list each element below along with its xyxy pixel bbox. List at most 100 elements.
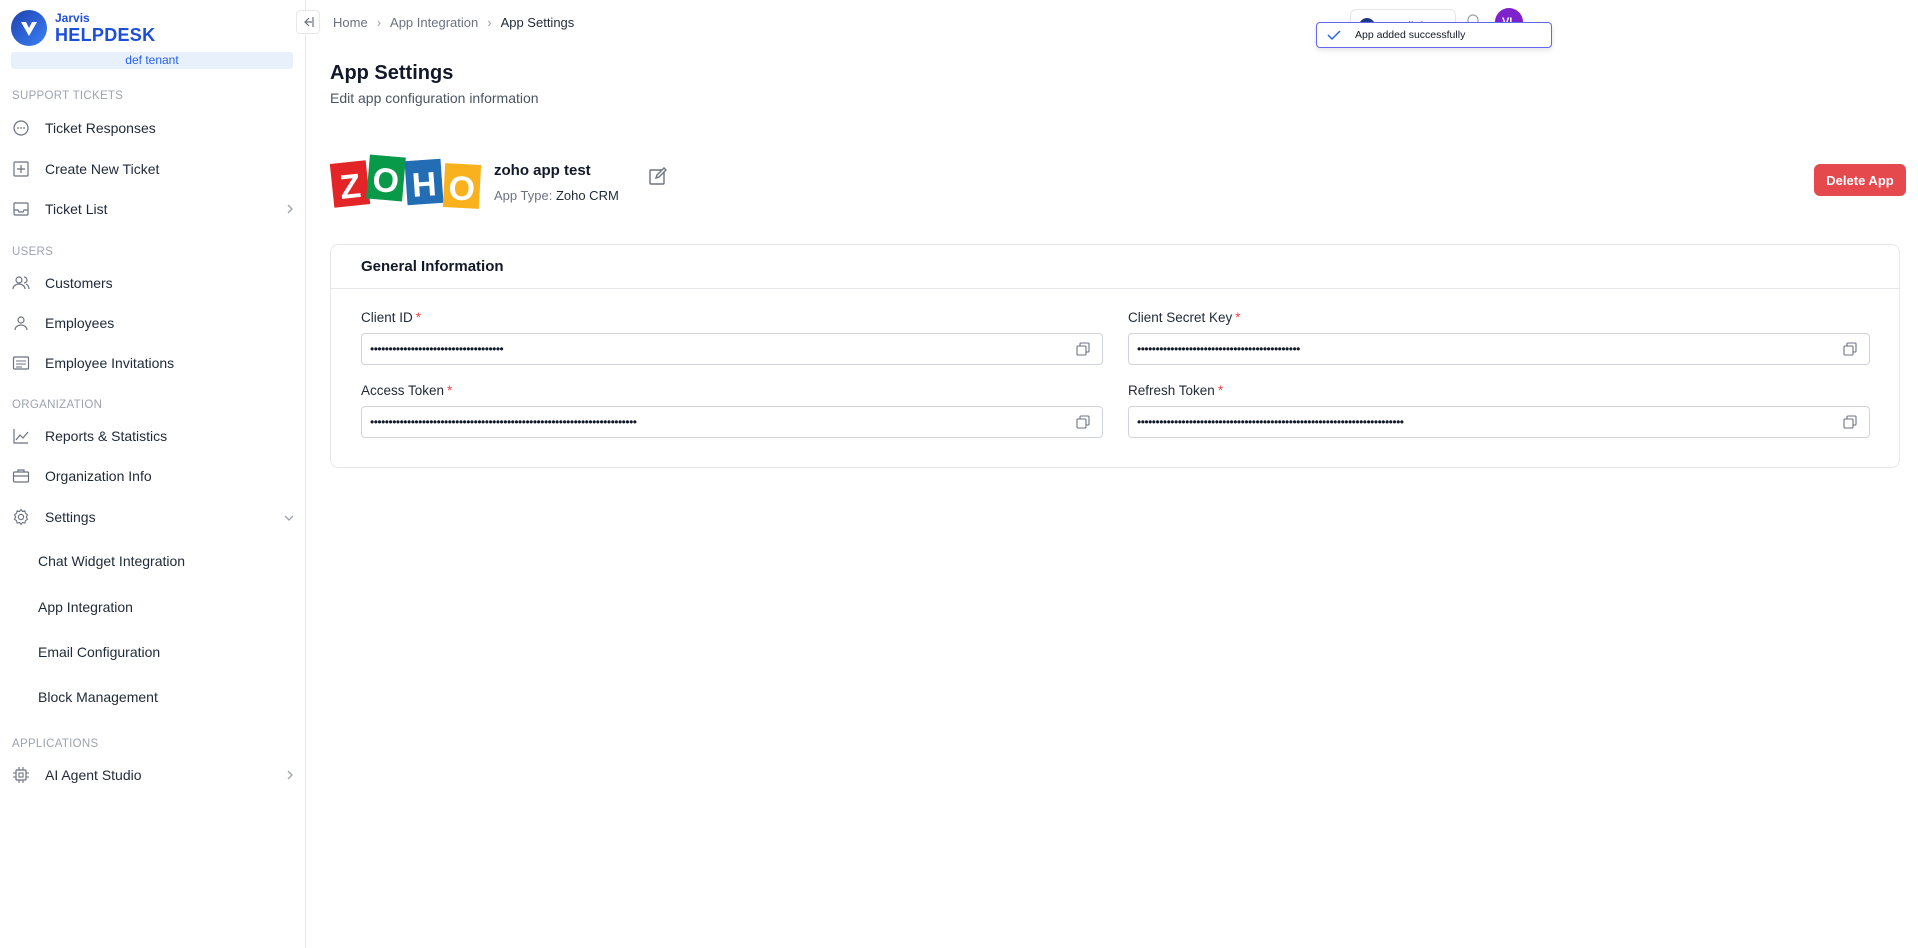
copy-icon[interactable]	[1076, 415, 1092, 431]
field-label: Refresh Token *	[1128, 383, 1224, 398]
required-marker: *	[447, 383, 453, 398]
collapse-sidebar-button[interactable]	[296, 10, 320, 34]
sidebar-subitem-chat-widget-integration[interactable]: Chat Widget Integration	[38, 553, 185, 569]
collapse-arrow-icon	[304, 17, 314, 27]
sidebar-item-organization-info[interactable]: Organization Info	[0, 460, 305, 492]
main-content: Home › App Integration › App Settings Ap…	[306, 0, 1918, 948]
copy-icon[interactable]	[1843, 415, 1859, 431]
tenant-badge[interactable]: def tenant	[11, 52, 293, 69]
breadcrumb-separator-icon: ›	[487, 15, 492, 30]
client-id-input[interactable]: ••••••••••••••••••••••••••••••••••••	[361, 333, 1103, 365]
breadcrumb-app-integration[interactable]: App Integration	[390, 15, 478, 30]
plus-square-icon	[11, 159, 31, 179]
client-secret-key-field: Client Secret Key * •••••••••••••••••••••…	[1128, 310, 1870, 365]
sidebar-item-create-new-ticket[interactable]: Create New Ticket	[0, 153, 305, 185]
sidebar-item-reports-statistics[interactable]: Reports & Statistics	[0, 420, 305, 452]
required-marker: *	[1235, 310, 1241, 325]
masked-value: ••••••••••••••••••••••••••••••••••••••••…	[1137, 415, 1404, 429]
briefcase-icon	[11, 466, 31, 486]
access-token-input[interactable]: ••••••••••••••••••••••••••••••••••••••••…	[361, 406, 1103, 438]
sidebar-item-label: Settings	[45, 509, 96, 525]
app-type-key: App Type:	[494, 188, 553, 203]
success-toast: App added successfully	[1316, 22, 1552, 48]
brand-logo[interactable]: Jarvis HELPDESK	[11, 10, 155, 46]
sidebar-item-ticket-list[interactable]: Ticket List	[0, 193, 305, 225]
breadcrumb-home[interactable]: Home	[333, 15, 368, 30]
sidebar-item-employee-invitations[interactable]: Employee Invitations	[0, 347, 305, 379]
sidebar-item-ai-agent-studio[interactable]: AI Agent Studio	[0, 759, 305, 791]
zoho-logo: Z O H O	[330, 154, 482, 209]
general-information-card: General Information Client ID * •••••••••…	[330, 244, 1900, 468]
refresh-token-input[interactable]: ••••••••••••••••••••••••••••••••••••••••…	[1128, 406, 1870, 438]
sidebar-subitem-app-integration[interactable]: App Integration	[38, 599, 133, 615]
sidebar-subitem-email-configuration[interactable]: Email Configuration	[38, 644, 160, 660]
section-users: USERS	[12, 246, 54, 258]
required-marker: *	[1217, 383, 1224, 398]
delete-app-button[interactable]: Delete App	[1814, 164, 1906, 196]
field-label: Client ID *	[361, 310, 422, 325]
edit-icon	[649, 167, 667, 185]
section-support-tickets: SUPPORT TICKETS	[12, 90, 124, 102]
section-organization: ORGANIZATION	[12, 399, 103, 411]
sidebar-item-label: Organization Info	[45, 468, 152, 484]
inbox-icon	[11, 199, 31, 219]
sidebar-item-label: Customers	[45, 275, 113, 291]
access-token-field: Access Token * ••••••••••••••••••••••••••…	[361, 383, 1103, 438]
chart-line-icon	[11, 426, 31, 446]
app-root: Jarvis HELPDESK def tenant SUPPORT TICKE…	[0, 0, 1918, 948]
app-type-value: Zoho CRM	[555, 188, 619, 203]
sidebar-item-label: Employees	[45, 315, 115, 331]
sidebar-item-label: Ticket List	[45, 201, 108, 217]
zoho-logo-letter: Z	[338, 167, 363, 207]
breadcrumb: Home › App Integration › App Settings	[333, 15, 574, 30]
field-label: Client Secret Key *	[1128, 310, 1241, 325]
sidebar-item-settings[interactable]: Settings	[0, 501, 305, 533]
app-type: App Type: Zoho CRM	[494, 188, 619, 203]
masked-value: ••••••••••••••••••••••••••••••••••••••••…	[370, 415, 637, 429]
app-name: zoho app test	[494, 162, 591, 179]
page-title: App Settings	[330, 62, 454, 84]
user-icon	[11, 313, 31, 333]
edit-app-name-button[interactable]	[647, 165, 669, 187]
page-subtitle: Edit app configuration information	[330, 90, 539, 106]
breadcrumb-current: App Settings	[500, 15, 575, 30]
sidebar-item-label: Employee Invitations	[45, 355, 175, 371]
client-secret-key-input[interactable]: ••••••••••••••••••••••••••••••••••••••••…	[1128, 333, 1870, 365]
sidebar-item-employees[interactable]: Employees	[0, 307, 305, 339]
breadcrumb-separator-icon: ›	[376, 15, 382, 30]
sidebar: Jarvis HELPDESK def tenant SUPPORT TICKE…	[0, 0, 306, 948]
sidebar-item-customers[interactable]: Customers	[0, 267, 305, 299]
zoho-logo-letter: O	[448, 169, 476, 208]
chevron-down-icon	[283, 510, 295, 528]
check-icon	[1327, 30, 1341, 41]
card-title: General Information	[331, 245, 1899, 289]
field-label: Access Token *	[361, 383, 453, 398]
sidebar-item-ticket-responses[interactable]: Ticket Responses	[0, 112, 305, 144]
masked-value: ••••••••••••••••••••••••••••••••••••	[370, 342, 504, 356]
chat-icon	[11, 118, 31, 138]
sidebar-item-label: AI Agent Studio	[45, 767, 142, 783]
sidebar-item-label: Reports & Statistics	[45, 428, 168, 444]
sidebar-item-label: Create New Ticket	[45, 161, 160, 177]
chip-icon	[11, 765, 31, 785]
required-marker: *	[415, 310, 422, 325]
jarvis-logo-icon	[11, 10, 47, 46]
chevron-right-icon	[285, 202, 295, 220]
masked-value: ••••••••••••••••••••••••••••••••••••••••…	[1137, 342, 1300, 356]
users-icon	[11, 273, 31, 293]
sidebar-subitem-block-management[interactable]: Block Management	[38, 689, 158, 705]
sidebar-item-label: Ticket Responses	[45, 120, 156, 136]
zoho-logo-letter: O	[371, 161, 401, 201]
copy-icon[interactable]	[1843, 342, 1859, 358]
section-applications: APPLICATIONS	[12, 738, 99, 750]
copy-icon[interactable]	[1076, 342, 1092, 358]
list-icon	[11, 353, 31, 373]
brand-small: Jarvis	[55, 11, 90, 25]
gear-icon	[11, 507, 31, 527]
zoho-logo-letter: H	[411, 165, 438, 205]
chevron-right-icon	[285, 768, 295, 786]
client-id-field: Client ID * •••••••••••••••••••••••••••••…	[361, 310, 1103, 365]
refresh-token-field: Refresh Token * •••••••••••••••••••••••••…	[1128, 383, 1870, 438]
toast-message: App added successfully	[1355, 29, 1466, 41]
brand-name: HELPDESK	[55, 25, 156, 45]
